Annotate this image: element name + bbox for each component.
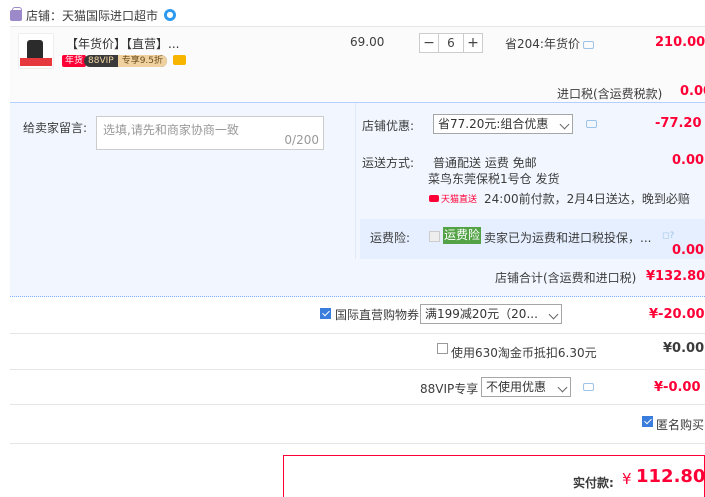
shop-discount-label: 店铺优惠: — [362, 119, 415, 133]
payment-summary: 实付款: ¥ 112.80 — [283, 455, 705, 497]
shop-name-link[interactable]: 天猫国际进口超市 — [62, 7, 158, 24]
insurance-tag: 运费险 — [443, 227, 482, 244]
product-title-link[interactable]: 【年货价】【直营】... — [66, 35, 179, 52]
vip88-info-icon[interactable] — [583, 383, 594, 391]
divider — [10, 333, 705, 334]
coupon-value: ¥-20.00 — [649, 307, 705, 322]
shop-label: 店铺： — [26, 8, 63, 23]
coupon-select[interactable]: 满199减20元（20... — [420, 304, 562, 324]
shop-discount-select[interactable]: 省77.20元:组合优惠 — [433, 114, 573, 134]
insurance-label: 运费险: — [370, 231, 411, 245]
divider — [10, 404, 705, 405]
product-thumbnail[interactable] — [18, 33, 54, 69]
shop-total-value: ¥132.80 — [646, 269, 705, 284]
tmall-direct-label: 天猫直送 — [441, 195, 478, 205]
import-tax-value: 0.00 — [680, 84, 705, 99]
divider — [355, 103, 356, 259]
insurance-value: 0.00 — [672, 243, 705, 258]
vip88-label: 88VIP专享 — [420, 382, 479, 396]
chevron-down-icon — [557, 382, 568, 393]
coupon-selected: 满199减20元（20... — [425, 307, 538, 321]
vip88-value: ¥-0.00 — [654, 380, 701, 395]
shipping-value: 0.00 — [672, 153, 705, 168]
qty-plus-button[interactable]: + — [463, 33, 483, 53]
warehouse-text: 菜鸟东莞保税1号仓 发货 — [428, 172, 560, 186]
taojinbi-checkbox[interactable] — [437, 343, 448, 354]
insurance-help-icon[interactable]: ◻? — [662, 231, 680, 241]
product-label-image — [20, 58, 52, 66]
card-icon — [173, 55, 186, 65]
shop-icon — [10, 6, 22, 21]
nianhuo-tag: 年货 — [62, 55, 87, 67]
item-row: 【年货价】【直营】... 年货 88VIP 专享9.5折 69.00 − 6 +… — [10, 26, 705, 102]
order-options-block: 给卖家留言: 选填,请先和商家协商一致 0/200 店铺优惠: 省77.20元:… — [10, 102, 705, 297]
tmall-icon — [429, 195, 439, 202]
shop-discount-selected: 省77.20元:组合优惠 — [438, 117, 549, 131]
chevron-down-icon — [559, 119, 570, 130]
message-placeholder: 选填,请先和商家协商一致 — [103, 123, 239, 137]
anonymous-checkbox[interactable] — [642, 416, 653, 427]
shop-header: 店铺： 天猫国际进口超市 ● — [10, 6, 177, 24]
discount-info-icon[interactable] — [586, 120, 597, 128]
promo-text: 省204:年货价 — [505, 35, 594, 52]
import-tax-label: 进口税(含运费税款) — [557, 87, 663, 101]
chevron-down-icon — [548, 309, 559, 320]
vip-tag: 88VIP 专享9.5折 — [84, 55, 168, 67]
message-textarea[interactable]: 选填,请先和商家协商一致 0/200 — [96, 116, 324, 150]
divider — [10, 369, 705, 370]
delivery-note: 24:00前付款，2月4日送达，晚到必赔 — [484, 192, 690, 206]
vip-tag-label: 88VIP — [88, 56, 114, 66]
promo-info-icon[interactable] — [582, 40, 594, 49]
taojinbi-label: 使用630淘金币抵扣6.30元 — [451, 346, 597, 360]
shop-discount-value: -77.20 — [655, 116, 702, 131]
message-counter: 0/200 — [284, 133, 319, 147]
divider — [10, 443, 705, 444]
shipping-label: 运送方式: — [362, 156, 415, 170]
taojinbi-value: ¥0.00 — [663, 341, 705, 356]
shipping-method: 普通配送 运费 免邮 — [433, 156, 537, 170]
insurance-checkbox — [429, 231, 440, 242]
vip88-selected: 不使用优惠 — [486, 380, 547, 394]
quantity-stepper[interactable]: − 6 + — [419, 33, 483, 53]
payment-currency: ¥ — [622, 470, 632, 488]
qty-input[interactable]: 6 — [439, 33, 463, 53]
unit-price: 69.00 — [350, 35, 385, 49]
message-label: 给卖家留言: — [23, 121, 88, 135]
payment-label: 实付款: — [573, 476, 614, 490]
payment-value: 112.80 — [636, 466, 705, 487]
coupon-label: 国际直营购物券 — [335, 308, 420, 322]
wangwang-chat-icon[interactable]: ● — [164, 9, 177, 21]
promo-label: 省204:年货价 — [505, 37, 580, 51]
insurance-text: 卖家已为运费和进口税投保，... — [484, 231, 652, 245]
vip-tag-rate: 专享9.5折 — [117, 55, 168, 67]
coupon-checkbox[interactable] — [320, 308, 331, 319]
qty-minus-button[interactable]: − — [419, 33, 439, 53]
vip88-select[interactable]: 不使用优惠 — [481, 377, 571, 397]
tmall-direct-tag: 天猫直送 — [429, 192, 477, 205]
anonymous-label: 匿名购买 — [656, 418, 705, 432]
line-total: 210.00 — [655, 35, 705, 50]
shop-total-label: 店铺合计(含运费和进口税) — [495, 271, 637, 285]
